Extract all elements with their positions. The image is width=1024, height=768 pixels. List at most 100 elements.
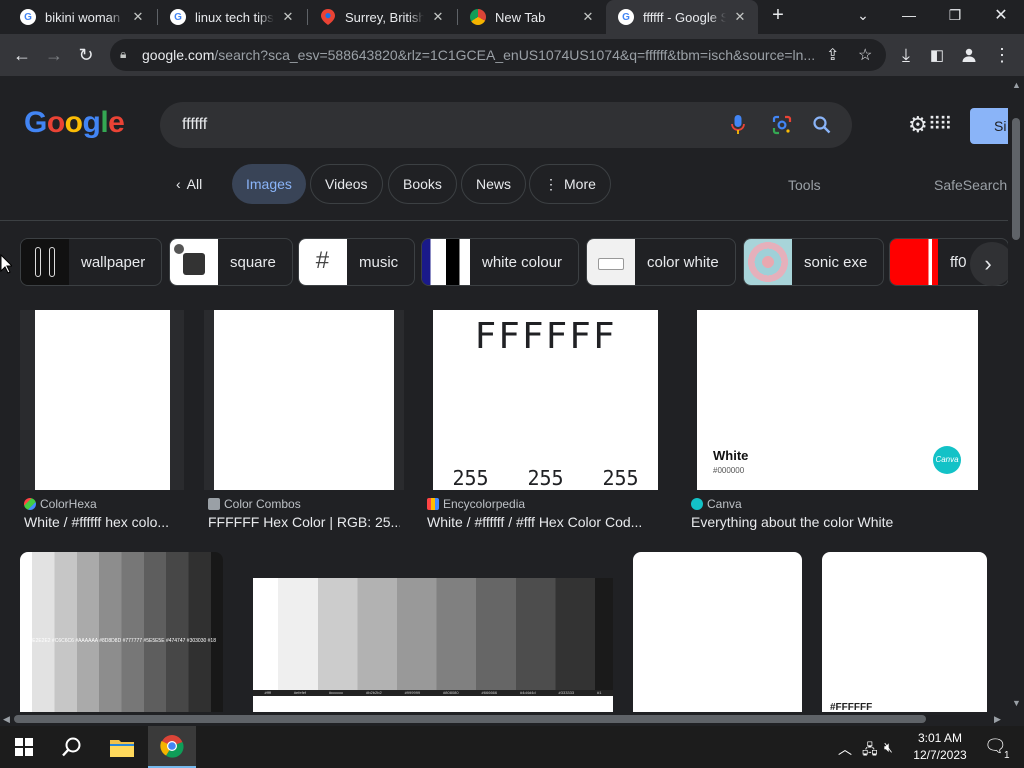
encycolorpedia-favicon-icon [427, 498, 439, 510]
browser-toolbar: ← → ↻ 🔒︎ google.com/search?sca_esv=58864… [0, 34, 1024, 76]
close-icon[interactable]: ✕ [430, 9, 446, 25]
search-input[interactable]: ffffff [182, 116, 207, 134]
network-icon[interactable]: 🖧︎ [862, 739, 878, 763]
result-image[interactable]: #FFFFFF [822, 552, 987, 712]
scrollbar-thumb[interactable] [1012, 118, 1020, 240]
windows-start-icon[interactable] [0, 726, 48, 768]
result-caption[interactable]: Everything about the color White [691, 514, 971, 530]
result-image[interactable]: White #000000 Canva [697, 310, 978, 490]
download-icon[interactable]: ⤓ [892, 41, 920, 69]
horizontal-scrollbar[interactable]: ◀ ▶ [0, 712, 1008, 726]
close-icon[interactable]: ✕ [732, 9, 748, 25]
bookmark-star-icon[interactable]: ☆ [858, 45, 872, 65]
logo-letter: G [24, 106, 47, 139]
result-source[interactable]: Color Combos [208, 497, 301, 511]
close-icon[interactable]: ✕ [130, 9, 146, 25]
search-filters: ‹ All Images Videos Books News ⋮ More [0, 164, 1008, 204]
result-source[interactable]: Canva [691, 497, 742, 511]
system-clock[interactable]: 3:01 AM 12/7/2023 [908, 730, 972, 764]
chrome-taskbar-icon[interactable] [148, 726, 196, 768]
google-logo[interactable]: Google [24, 106, 125, 140]
palette-label: #efefef [293, 690, 307, 695]
menu-kebab-icon[interactable]: ⋮ [988, 41, 1016, 69]
volume-muted-icon[interactable]: 🔇︎ [884, 739, 893, 756]
result-caption[interactable]: White / #ffffff / #fff Hex Color Cod... [427, 514, 667, 530]
forward-button[interactable]: → [40, 41, 68, 69]
scroll-right-arrow-icon[interactable]: ▶ [994, 714, 1001, 725]
related-chip-square[interactable]: square [169, 238, 293, 286]
tab-ffffff-google-search[interactable]: G ffffff - Google S ✕ [606, 0, 758, 34]
result-image[interactable] [204, 310, 404, 490]
logo-letter: o [64, 106, 83, 139]
windows-taskbar: ︿ 🖧︎ 🔇︎ 3:01 AM 12/7/2023 🗨︎ 1 [0, 726, 1024, 768]
colorhexa-favicon-icon [24, 498, 36, 510]
filter-books[interactable]: Books [388, 164, 457, 204]
close-icon[interactable]: ✕ [580, 9, 596, 25]
related-chip-sonic-exe[interactable]: sonic exe [743, 238, 885, 286]
scroll-down-arrow-icon[interactable]: ▼ [1012, 698, 1021, 708]
window-close-button[interactable]: ✕ [978, 0, 1024, 30]
tab-linux-tech-tips[interactable]: G linux tech tips | ✕ [158, 0, 306, 34]
related-chip-wallpaper[interactable]: wallpaper [20, 238, 163, 286]
reload-button[interactable]: ↻ [72, 41, 100, 69]
related-chip-music[interactable]: # music [298, 238, 416, 286]
side-panel-icon[interactable]: ◧ [923, 41, 951, 69]
related-chip-white-colour[interactable]: white colour [421, 238, 580, 286]
vertical-scrollbar[interactable]: ▲ ▼ [1008, 76, 1024, 712]
search-box[interactable]: ffffff [160, 102, 852, 148]
result-image[interactable] [633, 552, 802, 712]
clock-time: 3:01 AM [917, 731, 963, 745]
filter-all[interactable]: ‹ All [162, 164, 216, 204]
minimize-button[interactable]: — [886, 0, 932, 30]
result-source[interactable]: Encycolorpedia [427, 497, 525, 511]
palette-label: #808080 [443, 690, 459, 695]
result-image[interactable]: #ffff #E2E2E2 #C6C6C6 #AAAAAA #8D8D8D #7… [20, 552, 223, 712]
profile-icon[interactable] [955, 41, 983, 69]
scroll-left-arrow-icon[interactable]: ◀ [3, 714, 10, 725]
tab-search-chevron-down-icon[interactable]: ⌄ [840, 0, 886, 30]
result-image[interactable]: #ffff #efefef #cccccc #b2b2b2 #999999 #808080… [253, 552, 613, 712]
related-next-chevron-right-icon[interactable]: › [970, 242, 1008, 286]
address-bar[interactable]: 🔒︎ google.com/search?sca_esv=588643820&r… [110, 39, 886, 71]
settings-gear-icon[interactable]: ⚙ [908, 112, 928, 138]
tab-bikini-woman[interactable]: G bikini woman - ✕ [8, 0, 156, 34]
file-explorer-icon[interactable] [98, 726, 146, 768]
filter-label: Images [246, 176, 292, 192]
filter-more[interactable]: ⋮ More [529, 164, 611, 204]
filter-images[interactable]: Images [232, 164, 306, 204]
result-image[interactable] [20, 310, 184, 490]
result-caption[interactable]: White / #ffffff hex colo... [24, 514, 192, 530]
result-caption[interactable]: FFFFFF Hex Color | RGB: 25... [208, 514, 400, 530]
show-hidden-icons-chevron-up-icon[interactable]: ︿ [838, 739, 852, 759]
tab-new-tab[interactable]: New Tab ✕ [458, 0, 606, 34]
url-text[interactable]: google.com/search?sca_esv=588643820&rlz=… [142, 47, 822, 63]
tab-surrey[interactable]: Surrey, British C ✕ [308, 0, 456, 34]
search-icon[interactable] [810, 113, 834, 137]
palette-label: #999999 [404, 690, 421, 695]
apps-grid-icon[interactable]: ⠿⠿ [928, 114, 952, 135]
filter-news[interactable]: News [461, 164, 527, 204]
back-button[interactable]: ← [8, 41, 36, 69]
scroll-up-arrow-icon[interactable]: ▲ [1012, 80, 1021, 90]
result-source[interactable]: ColorHexa [24, 497, 97, 511]
share-icon[interactable]: ⇪ [826, 45, 839, 65]
close-icon[interactable]: ✕ [280, 9, 296, 25]
google-lens-icon[interactable] [770, 113, 794, 137]
logo-letter: e [108, 106, 125, 139]
tools-button[interactable]: Tools [788, 177, 821, 193]
new-tab-button[interactable]: + [766, 4, 790, 30]
related-thumbnail [170, 239, 218, 285]
related-label: music [359, 253, 399, 271]
safesearch-button[interactable]: SafeSearch [934, 177, 1007, 193]
filter-videos[interactable]: Videos [310, 164, 383, 204]
search-icon[interactable] [48, 726, 96, 768]
sign-in-button[interactable]: Si [970, 108, 1008, 144]
restore-button[interactable]: ❐ [932, 0, 978, 30]
result-image[interactable]: FFFFFF 255 255 255 [433, 310, 658, 490]
microphone-icon[interactable] [726, 113, 750, 137]
canva-favicon-icon [691, 498, 703, 510]
related-chip-color-white[interactable]: color white [586, 238, 736, 286]
card-hex: #FFFFFF [830, 702, 873, 712]
related-label: square [230, 253, 276, 271]
scrollbar-thumb[interactable] [14, 715, 926, 723]
